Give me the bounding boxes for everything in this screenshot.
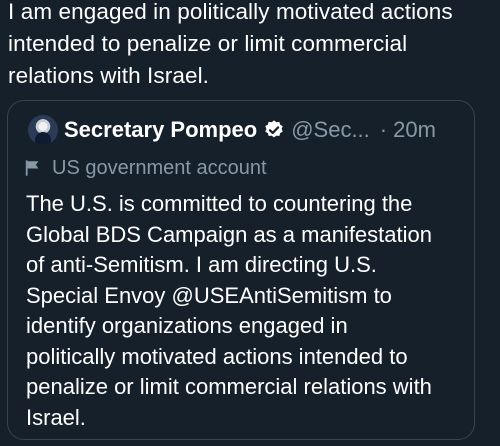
quoted-tweet-card[interactable]: Secretary Pompeo @Sec... · 20m US govern…	[7, 100, 475, 440]
display-name[interactable]: Secretary Pompeo	[64, 117, 257, 143]
flag-icon	[25, 160, 39, 176]
quoted-tweet-header: Secretary Pompeo @Sec... · 20m	[64, 114, 436, 146]
tweet-text: I am engaged in politically motivated ac…	[8, 0, 453, 88]
government-label[interactable]: US government account	[24, 153, 267, 183]
verified-badge-icon	[265, 120, 283, 138]
timestamp[interactable]: 20m	[393, 117, 436, 143]
handle[interactable]: @Sec...	[291, 117, 370, 143]
avatar[interactable]	[28, 115, 58, 145]
quoted-tweet-text: The U.S. is committed to countering the …	[26, 191, 432, 430]
separator-dot: ·	[379, 117, 388, 142]
government-label-text: US government account	[52, 156, 267, 179]
